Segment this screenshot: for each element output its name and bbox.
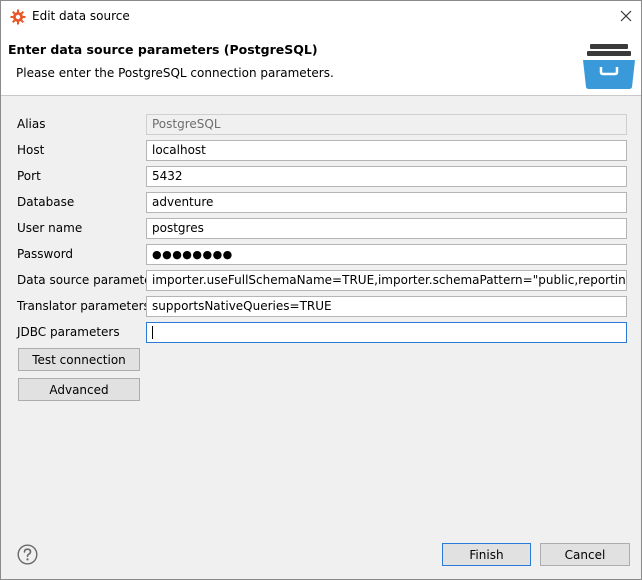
alias-label: Alias (17, 117, 46, 131)
host-field[interactable]: localhost (146, 140, 627, 161)
password-field[interactable]: ●●●●●●●● (146, 244, 627, 265)
username-label: User name (17, 221, 83, 235)
close-icon (620, 10, 632, 22)
advanced-button[interactable]: Advanced (18, 378, 140, 401)
data-source-parameters-label: Data source parameters (17, 273, 163, 287)
data-source-parameters-field[interactable]: importer.useFullSchemaName=TRUE,importer… (146, 270, 627, 291)
text-caret (152, 326, 153, 339)
title-bar: Edit data source (1, 1, 641, 32)
finish-button[interactable]: Finish (442, 543, 531, 566)
username-field[interactable]: postgres (146, 218, 627, 239)
window-title: Edit data source (32, 9, 130, 23)
test-connection-button[interactable]: Test connection (18, 348, 140, 371)
translator-parameters-label: Translator parameters (17, 299, 150, 313)
header-subtitle: Please enter the PostgreSQL connection p… (16, 66, 334, 80)
database-field[interactable]: adventure (146, 192, 627, 213)
jdbc-parameters-field[interactable] (146, 322, 627, 343)
cancel-button[interactable]: Cancel (540, 543, 630, 566)
database-box-icon (581, 41, 637, 91)
host-label: Host (17, 143, 45, 157)
translator-parameters-field[interactable]: supportsNativeQueries=TRUE (146, 296, 627, 317)
dialog-header: Enter data source parameters (PostgreSQL… (1, 32, 641, 96)
help-icon[interactable] (17, 544, 38, 565)
alias-field: PostgreSQL (146, 114, 627, 135)
password-label: Password (17, 247, 74, 261)
jdbc-parameters-label: JDBC parameters (17, 325, 120, 339)
port-label: Port (17, 169, 41, 183)
port-field[interactable]: 5432 (146, 166, 627, 187)
database-label: Database (17, 195, 75, 209)
edit-data-source-dialog: Edit data source Enter data source param… (0, 0, 642, 580)
app-gear-icon (10, 9, 26, 25)
header-title: Enter data source parameters (PostgreSQL… (8, 42, 318, 57)
close-button[interactable] (611, 1, 641, 31)
